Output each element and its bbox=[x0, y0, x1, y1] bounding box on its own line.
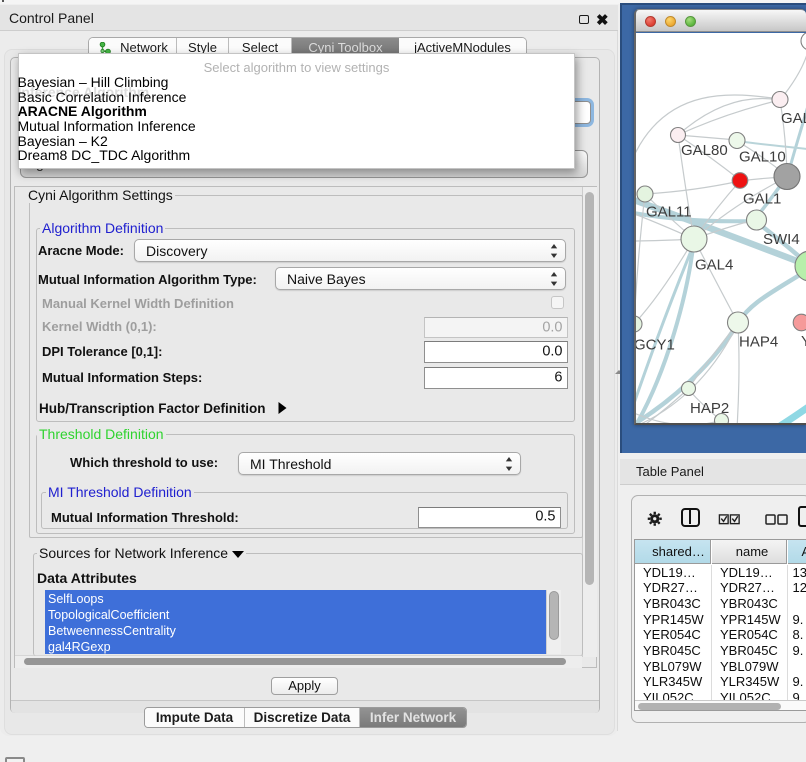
svg-text:Y: Y bbox=[801, 333, 806, 350]
svg-text:GAL11: GAL11 bbox=[646, 204, 692, 221]
svg-text:GAL10: GAL10 bbox=[739, 149, 786, 166]
svg-text:GCY1: GCY1 bbox=[636, 337, 675, 354]
svg-text:GAL2: GAL2 bbox=[781, 110, 806, 127]
svg-text:GAL80: GAL80 bbox=[681, 142, 728, 159]
svg-text:GAL4: GAL4 bbox=[695, 257, 733, 274]
svg-text:HAP2: HAP2 bbox=[690, 400, 729, 417]
svg-text:SWI4: SWI4 bbox=[763, 231, 800, 248]
svg-text:GAL1: GAL1 bbox=[743, 191, 781, 208]
svg-text:HAP4: HAP4 bbox=[739, 334, 778, 351]
